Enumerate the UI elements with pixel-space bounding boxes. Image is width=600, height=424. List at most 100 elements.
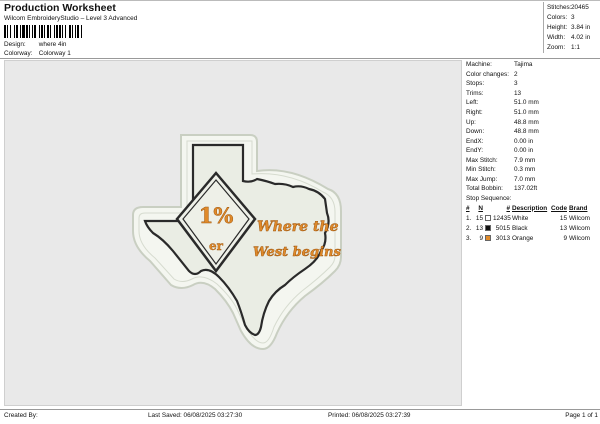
header-code: Code <box>551 204 567 212</box>
zoom-label: Zoom: <box>547 44 566 52</box>
right-label: Right: <box>466 109 483 116</box>
right-row: Right: 51.0 mm <box>466 108 598 118</box>
stop-sequence-header: # N # Description Code Brand <box>466 203 598 213</box>
software-subtitle: Wilcom EmbroideryStudio – Level 3 Advanc… <box>4 15 138 22</box>
row-code: 9 <box>563 234 567 242</box>
down-value: 48.8 mm <box>514 128 539 136</box>
colorway-value: Colorway 1 <box>38 50 71 57</box>
design-big-text: 1% <box>199 203 234 228</box>
right-value: 51.0 mm <box>514 109 539 116</box>
worksheet-title: Production Worksheet <box>4 2 116 14</box>
machine-row: Machine: Tajima <box>466 60 598 70</box>
height-label: Height: <box>547 23 568 31</box>
total-bobbin-value: 137.02ft <box>514 185 538 193</box>
design-preview: 1% er Where the West begins <box>4 60 462 406</box>
color-swatch <box>485 215 491 222</box>
row-needle: 15 <box>475 214 483 222</box>
color-swatch <box>485 225 491 232</box>
colors-row: Colors: 3 <box>544 12 598 22</box>
table-row: 3. 9 3013 Orange 9 Wilcom <box>466 233 598 243</box>
row-needle: 9 <box>479 234 483 242</box>
page-number: Page 1 of 1 <box>565 412 598 419</box>
min-stitch-row: Min Stitch: 0.3 mm <box>466 165 598 175</box>
row-needle: 13 <box>475 224 483 232</box>
stitches-row: Stitches: 20465 <box>544 2 598 12</box>
footer: Created By: Last Saved: 06/08/2025 03:27… <box>4 412 598 422</box>
endy-row: EndY: 0.00 in <box>466 146 598 156</box>
color-swatch <box>485 235 491 242</box>
total-bobbin-row: Total Bobbin: 137.02ft <box>466 184 598 194</box>
created-by: Created By: <box>4 412 38 419</box>
colorway-label: Colorway: <box>4 50 33 57</box>
design-small-text: er <box>209 239 224 253</box>
header-divider <box>0 58 600 59</box>
summary-panel: Stitches: 20465 Colors: 3 Height: 3.84 in W… <box>543 2 598 53</box>
stops-row: Stops: 3 <box>466 79 598 89</box>
row-brand: Wilcom <box>569 214 590 222</box>
row-brand: Wilcom <box>569 234 590 242</box>
up-row: Up: 48.8 mm <box>466 117 598 127</box>
max-jump-value: 7.0 mm <box>514 175 536 183</box>
up-value: 48.8 mm <box>514 118 539 126</box>
barcode-image <box>4 25 82 38</box>
design-field: Design: where 4in <box>4 41 67 48</box>
color-changes-label: Color changes: <box>466 70 509 78</box>
machine-info-panel: Machine: Tajima Color changes: 2 Stops: 3 T… <box>466 60 598 243</box>
footer-divider <box>0 409 600 410</box>
row-color-number: 3013 <box>495 234 510 242</box>
design-value: where 4in <box>38 41 67 48</box>
row-index: 3. <box>466 234 472 242</box>
row-description: White <box>512 214 529 222</box>
max-jump-label: Max Jump: <box>466 175 498 183</box>
header-num: # <box>466 204 470 212</box>
table-row: 1. 15 12435 White 15 Wilcom <box>466 213 598 223</box>
endx-label: EndX: <box>466 137 484 145</box>
width-row: Width: 4.02 in <box>544 33 598 43</box>
machine-label: Machine: <box>466 61 492 69</box>
zoom-value: 1:1 <box>571 44 580 52</box>
header-n: N <box>478 204 483 212</box>
design-label: Design: <box>4 41 26 48</box>
row-color-number: 5015 <box>495 224 510 232</box>
row-description: Black <box>512 224 528 232</box>
height-value: 3.84 in <box>571 23 591 31</box>
stops-value: 3 <box>514 80 518 88</box>
total-bobbin-label: Total Bobbin: <box>466 185 503 193</box>
max-stitch-label: Max Stitch: <box>466 156 498 164</box>
row-description: Orange <box>512 234 534 242</box>
stitches-value: 20465 <box>571 3 589 11</box>
last-saved: Last Saved: 06/08/2025 03:27:30 <box>148 412 243 419</box>
up-label: Up: <box>466 118 476 126</box>
min-stitch-value: 0.3 mm <box>514 166 536 174</box>
left-row: Left: 51.0 mm <box>466 98 598 108</box>
slogan-line-2: West begins <box>253 245 342 260</box>
trims-label: Trims: <box>466 89 484 97</box>
zoom-row: Zoom: 1:1 <box>544 43 598 53</box>
max-stitch-value: 7.9 mm <box>514 156 536 164</box>
left-value: 51.0 mm <box>514 99 539 107</box>
stop-sequence-label: Stop Sequence: <box>466 194 512 202</box>
row-code: 13 <box>559 224 567 232</box>
row-color-number: 12435 <box>493 214 511 222</box>
slogan-line-1: Where the <box>257 219 339 235</box>
header-color: # <box>506 204 510 212</box>
colorway-field: Colorway: Colorway 1 <box>4 50 71 57</box>
min-stitch-label: Min Stitch: <box>466 166 496 174</box>
down-label: Down: <box>466 128 485 136</box>
row-index: 1. <box>466 214 472 222</box>
width-label: Width: <box>547 34 566 42</box>
row-code: 15 <box>559 214 567 222</box>
height-row: Height: 3.84 in <box>544 22 598 32</box>
endx-row: EndX: 0.00 in <box>466 136 598 146</box>
endy-label: EndY: <box>466 147 484 155</box>
row-brand: Wilcom <box>569 224 590 232</box>
embroidery-design: 1% er Where the West begins <box>132 134 342 351</box>
max-jump-row: Max Jump: 7.0 mm <box>466 175 598 185</box>
width-value: 4.02 in <box>571 34 591 42</box>
left-label: Left: <box>466 99 479 107</box>
colors-value: 3 <box>571 13 575 21</box>
top-border <box>0 0 600 1</box>
endy-value: 0.00 in <box>514 147 534 155</box>
stops-label: Stops: <box>466 80 485 88</box>
header-brand: Brand <box>569 204 588 212</box>
